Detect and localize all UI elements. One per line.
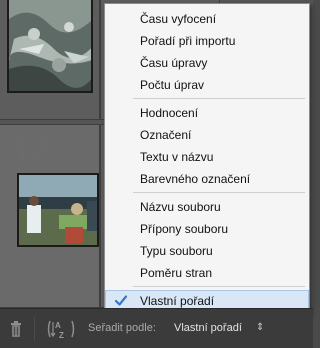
menu-item-edit-count[interactable]: Počtu úprav xyxy=(105,74,309,96)
bottom-toolbar: A Z Seřadit podle: Vlastní pořadí ⇕ xyxy=(0,308,313,348)
menu-item-import-order[interactable]: Pořadí při importu xyxy=(105,30,309,52)
svg-text:Z: Z xyxy=(59,331,64,340)
menu-separator xyxy=(133,286,305,287)
sort-order-dropdown-menu: Času vyfocení Pořadí při importu Času úp… xyxy=(104,3,310,316)
sort-order-select[interactable]: Vlastní pořadí ⇕ xyxy=(172,318,272,340)
chevron-updown-icon: ⇕ xyxy=(256,322,265,333)
menu-item-pick[interactable]: Označení xyxy=(105,124,309,146)
toolbar-divider xyxy=(34,317,35,341)
svg-text:A: A xyxy=(55,321,61,330)
trash-icon[interactable] xyxy=(10,320,22,338)
grid-cell[interactable] xyxy=(0,0,100,120)
sort-order-value: Vlastní pořadí xyxy=(174,322,242,334)
menu-item-file-name[interactable]: Názvu souboru xyxy=(105,196,309,218)
grid-cell[interactable]: 32 xyxy=(0,124,100,308)
cell-number: 32 xyxy=(5,131,53,171)
sort-by-label: Seřadit podle: xyxy=(88,322,156,334)
menu-item-aspect-ratio[interactable]: Poměru stran xyxy=(105,262,309,284)
sort-direction-icon[interactable]: A Z xyxy=(46,318,76,340)
photo-market-stall xyxy=(19,175,97,245)
menu-item-color-label[interactable]: Barevného označení xyxy=(105,168,309,190)
menu-item-edit-time[interactable]: Času úpravy xyxy=(105,52,309,74)
menu-item-file-type[interactable]: Typu souboru xyxy=(105,240,309,262)
menu-separator xyxy=(133,98,305,99)
menu-item-capture-time[interactable]: Času vyfocení xyxy=(105,8,309,30)
menu-item-file-extension[interactable]: Přípony souboru xyxy=(105,218,309,240)
photo-thumbnail[interactable] xyxy=(17,173,99,247)
checkmark-icon xyxy=(115,295,127,306)
menu-item-label: Vlastní pořadí xyxy=(140,294,215,308)
photo-thumbnail[interactable] xyxy=(7,0,93,93)
menu-item-rating[interactable]: Hodnocení xyxy=(105,102,309,124)
photo-fish-market xyxy=(9,0,91,91)
menu-separator xyxy=(133,192,305,193)
menu-item-caption-text[interactable]: Textu v názvu xyxy=(105,146,309,168)
